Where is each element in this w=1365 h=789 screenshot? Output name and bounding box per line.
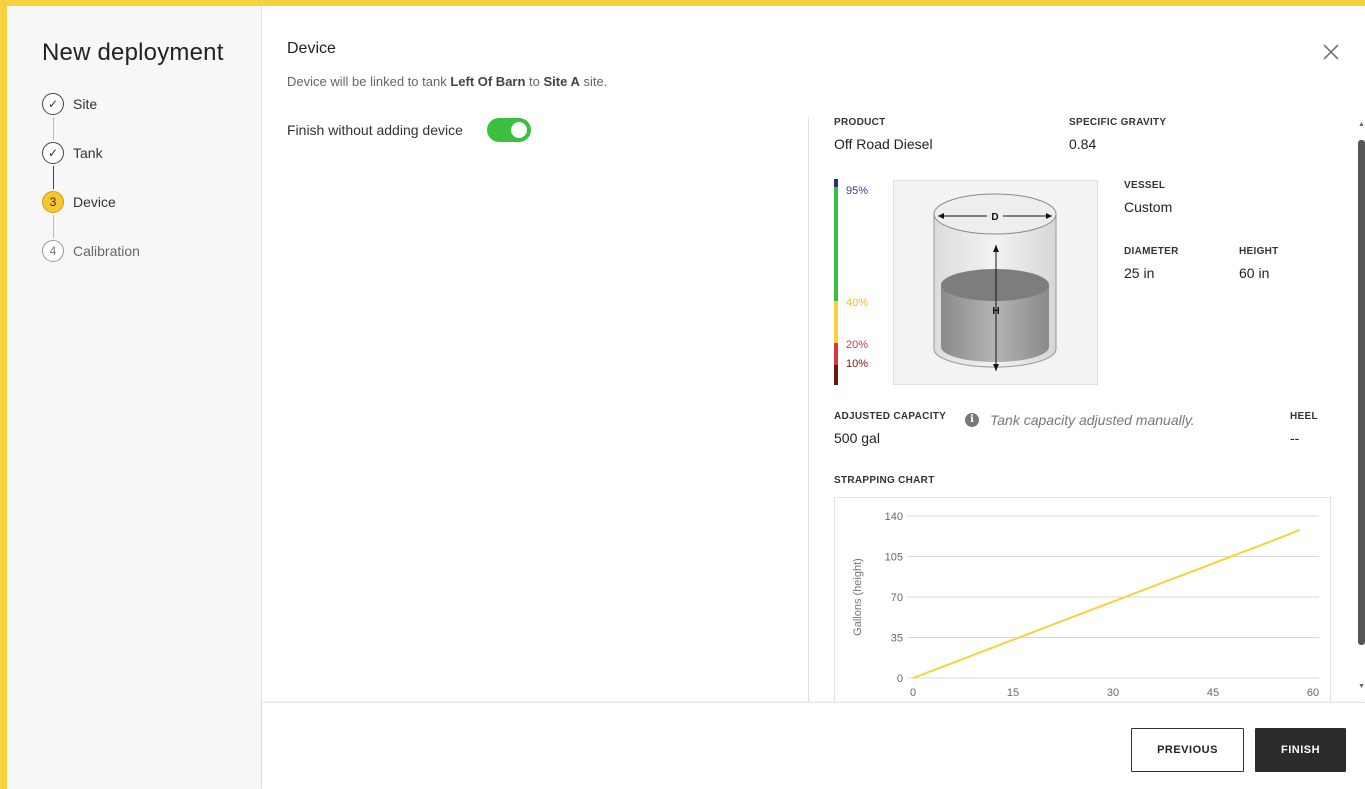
site-name: Site A	[543, 74, 580, 89]
y-tick-label: 140	[885, 511, 903, 523]
strapping-chart-svg: 0 35 70 105 140 0 15 30 45 60 Gallons (height)	[852, 511, 1319, 699]
finish-button[interactable]: FINISH	[1255, 728, 1346, 772]
finish-without-device-toggle[interactable]	[486, 118, 531, 142]
x-tick-label: 45	[1207, 687, 1219, 699]
y-tick-label: 35	[891, 633, 903, 645]
capacity-note: Tank capacity adjusted manually.	[990, 412, 1195, 428]
step-device[interactable]: 3 Device	[42, 191, 140, 240]
wizard-sidebar: New deployment ✓ Site ✓ Tank 3 Device 4 …	[7, 6, 262, 789]
tank-illustration: D H	[933, 193, 1057, 371]
scroll-down-icon[interactable]: ▼	[1358, 683, 1365, 690]
capacity-label: ADJUSTED CAPACITY	[834, 411, 947, 422]
strapping-chart-label: STRAPPING CHART	[834, 475, 935, 486]
toggle-knob	[510, 122, 527, 138]
subtitle-prefix: Device will be linked to tank	[287, 74, 451, 89]
height-marker-label: H	[992, 306, 999, 317]
check-icon: ✓	[42, 142, 64, 164]
product-label: PRODUCT	[834, 117, 886, 128]
strapping-chart: 0 35 70 105 140 0 15 30 45 60 Gallons (height)	[834, 497, 1331, 707]
vessel-label: VESSEL	[1124, 180, 1166, 191]
level-label-critical: 10%	[846, 358, 869, 370]
level-yellow-segment	[834, 301, 838, 343]
level-label-high: 95%	[846, 185, 869, 197]
diameter-marker-label: D	[991, 212, 998, 223]
height-value: 60 in	[1239, 265, 1270, 281]
step-tank[interactable]: ✓ Tank	[42, 142, 140, 191]
capacity-value: 500 gal	[834, 430, 880, 446]
vessel-value: Custom	[1124, 199, 1173, 215]
heel-label: HEEL	[1290, 411, 1318, 422]
level-red-segment	[834, 343, 838, 365]
level-threshold-bar	[834, 179, 838, 385]
y-tick-label: 0	[897, 673, 903, 685]
level-dark-segment	[834, 365, 838, 385]
x-tick-label: 15	[1007, 687, 1019, 699]
x-tick-label: 60	[1307, 687, 1319, 699]
step-connector	[52, 117, 54, 140]
y-tick-label: 70	[891, 592, 903, 604]
diameter-value: 25 in	[1124, 265, 1155, 281]
step-number-badge: 4	[42, 240, 64, 262]
x-tick-label: 0	[910, 687, 916, 699]
check-icon: ✓	[42, 93, 64, 115]
info-icon[interactable]: i	[965, 413, 979, 427]
diameter-label: DIAMETER	[1124, 246, 1179, 257]
step-calibration[interactable]: 4 Calibration	[42, 240, 140, 289]
panel-divider	[808, 117, 809, 702]
series-line	[912, 528, 1301, 679]
subtitle-mid: to	[525, 74, 544, 89]
y-tick-label: 105	[885, 552, 903, 564]
tank-diagram: D H	[893, 180, 1098, 385]
page-title: Device	[287, 40, 336, 57]
gravity-label: SPECIFIC GRAVITY	[1069, 117, 1167, 128]
panel-scrollbar[interactable]: ▲ ▼	[1356, 117, 1365, 702]
x-tick-label: 30	[1107, 687, 1119, 699]
height-label: HEIGHT	[1239, 246, 1279, 257]
step-list: ✓ Site ✓ Tank 3 Device 4 Calibration	[42, 93, 140, 289]
step-connector	[52, 166, 54, 189]
step-site[interactable]: ✓ Site	[42, 93, 140, 142]
scroll-up-icon[interactable]: ▲	[1358, 121, 1365, 128]
level-label-warning: 40%	[846, 297, 869, 309]
heel-value: --	[1290, 430, 1300, 446]
close-button[interactable]	[1319, 40, 1343, 64]
level-label-low: 20%	[846, 339, 869, 351]
y-axis-label: Gallons (height)	[852, 558, 864, 636]
gravity-value: 0.84	[1069, 136, 1097, 152]
level-top-segment	[834, 179, 838, 187]
product-value: Off Road Diesel	[834, 136, 933, 152]
wizard-footer: PREVIOUS FINISH	[262, 702, 1365, 789]
scrollbar-thumb[interactable]	[1358, 140, 1365, 645]
close-icon	[1323, 44, 1339, 60]
subtitle-suffix: site.	[579, 74, 608, 89]
previous-button[interactable]: PREVIOUS	[1131, 728, 1244, 772]
tank-name: Left Of Barn	[450, 74, 526, 89]
level-green-segment	[834, 187, 838, 301]
step-number-badge: 3	[42, 191, 64, 213]
finish-without-device-row: Finish without adding device	[287, 118, 531, 142]
step-label: Site	[73, 96, 98, 112]
step-label: Tank	[73, 145, 103, 161]
step-label: Device	[73, 194, 116, 210]
wizard-title: New deployment	[42, 39, 224, 66]
page-subtitle: Device will be linked to tank Left Of Ba…	[287, 74, 607, 89]
step-label: Calibration	[73, 243, 140, 259]
toggle-label: Finish without adding device	[287, 122, 463, 138]
step-connector	[52, 215, 54, 238]
